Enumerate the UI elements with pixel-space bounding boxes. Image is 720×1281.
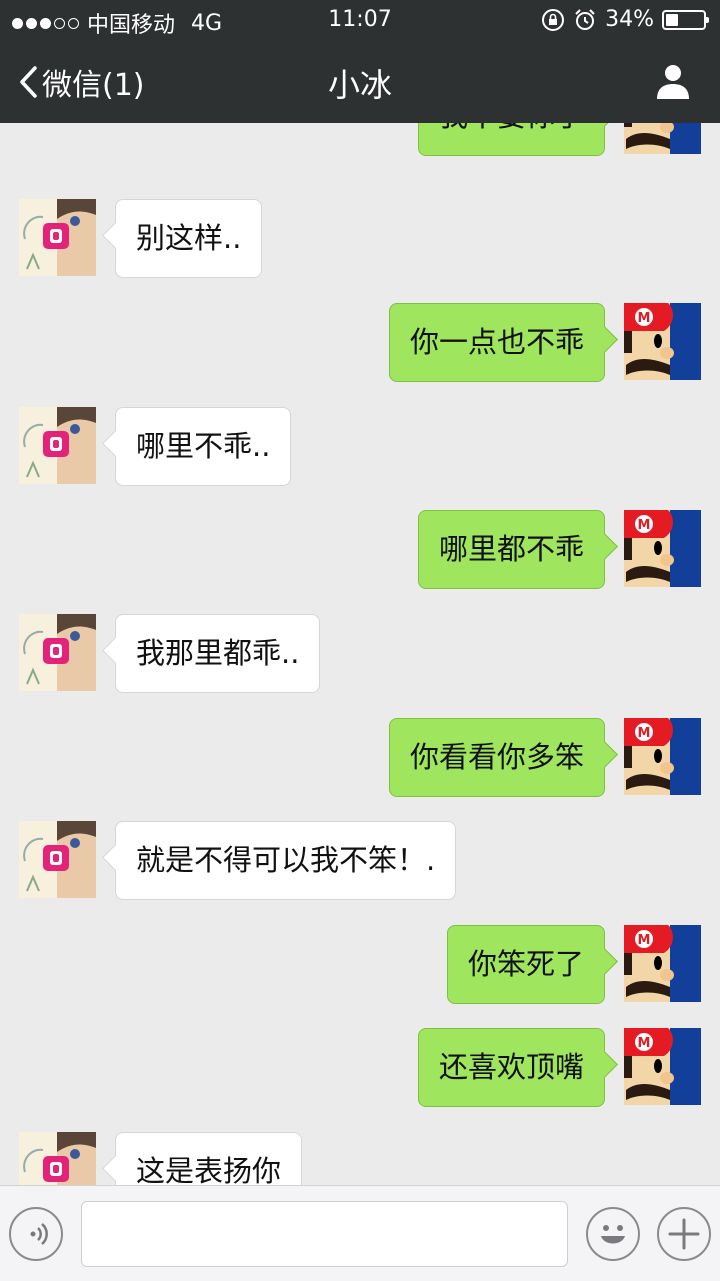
user-profile-icon[interactable] [654,62,692,100]
my-avatar[interactable]: M [624,925,701,1002]
received-message: 别这样.. [19,199,263,278]
emoji-button[interactable] [586,1207,640,1261]
my-avatar[interactable]: M [624,303,701,380]
received-message: 哪里不乖.. [19,407,292,486]
message-bubble[interactable]: 我不要你了 [417,123,605,156]
chat-area[interactable]: M 我不要你了 别这样.. M 你一点也不乖 哪里 [0,123,720,1185]
voice-icon [30,1223,48,1245]
svg-text:M: M [638,1036,651,1051]
contact-avatar[interactable] [19,407,96,484]
contact-avatar[interactable] [19,614,96,691]
message-bubble[interactable]: 你看看你多笨 [388,718,605,797]
received-message: 就是不得可以我不笨！. [19,821,457,900]
status-bar: 中国移动 4G 11:07 34% [0,0,720,40]
received-message: 我那里都乖.. [19,614,321,693]
svg-text:M: M [638,726,651,741]
svg-text:M: M [638,311,651,326]
plus-button[interactable] [657,1207,711,1261]
contact-avatar[interactable] [19,1132,96,1185]
sent-message: M 还喜欢顶嘴 [417,1028,701,1107]
message-bubble[interactable]: 我那里都乖.. [115,614,321,693]
input-bar [0,1185,720,1281]
sent-message: M 你看看你多笨 [388,718,701,797]
message-bubble[interactable]: 别这样.. [115,199,263,278]
message-bubble[interactable]: 哪里不乖.. [115,407,292,486]
battery-icon [662,9,709,30]
emoji-icon [601,1225,625,1244]
battery-percent: 34% [605,7,654,32]
my-avatar[interactable]: M [624,510,701,587]
message-bubble[interactable]: 哪里都不乖 [417,510,605,589]
rotation-lock-icon [542,8,565,31]
sent-message: M 你笨死了 [446,925,701,1004]
sent-message: M 哪里都不乖 [417,510,701,589]
message-bubble[interactable]: 你笨死了 [446,925,605,1004]
contact-avatar[interactable] [19,821,96,898]
sent-message: M 我不要你了 [417,123,701,156]
alarm-icon [575,8,595,30]
chat-title: 小冰 [327,66,392,104]
nav-bar: 微信(1) 小冰 [0,40,720,123]
message-bubble[interactable]: 还喜欢顶嘴 [417,1028,605,1107]
status-right: 34% [541,7,709,32]
contact-avatar[interactable] [19,199,96,276]
voice-button[interactable] [9,1207,63,1261]
plus-icon [668,1218,700,1250]
message-bubble[interactable]: 你一点也不乖 [388,303,605,382]
my-avatar[interactable]: M [624,718,701,795]
my-avatar[interactable]: M [624,123,701,154]
my-avatar[interactable]: M [624,1028,701,1105]
message-bubble[interactable]: 就是不得可以我不笨！. [115,821,457,900]
received-message: 这是表扬你 [19,1132,303,1185]
svg-text:M: M [638,518,651,533]
message-input[interactable] [81,1201,568,1267]
message-bubble[interactable]: 这是表扬你 [115,1132,303,1185]
sent-message: M 你一点也不乖 [388,303,701,382]
svg-text:M: M [638,933,651,948]
